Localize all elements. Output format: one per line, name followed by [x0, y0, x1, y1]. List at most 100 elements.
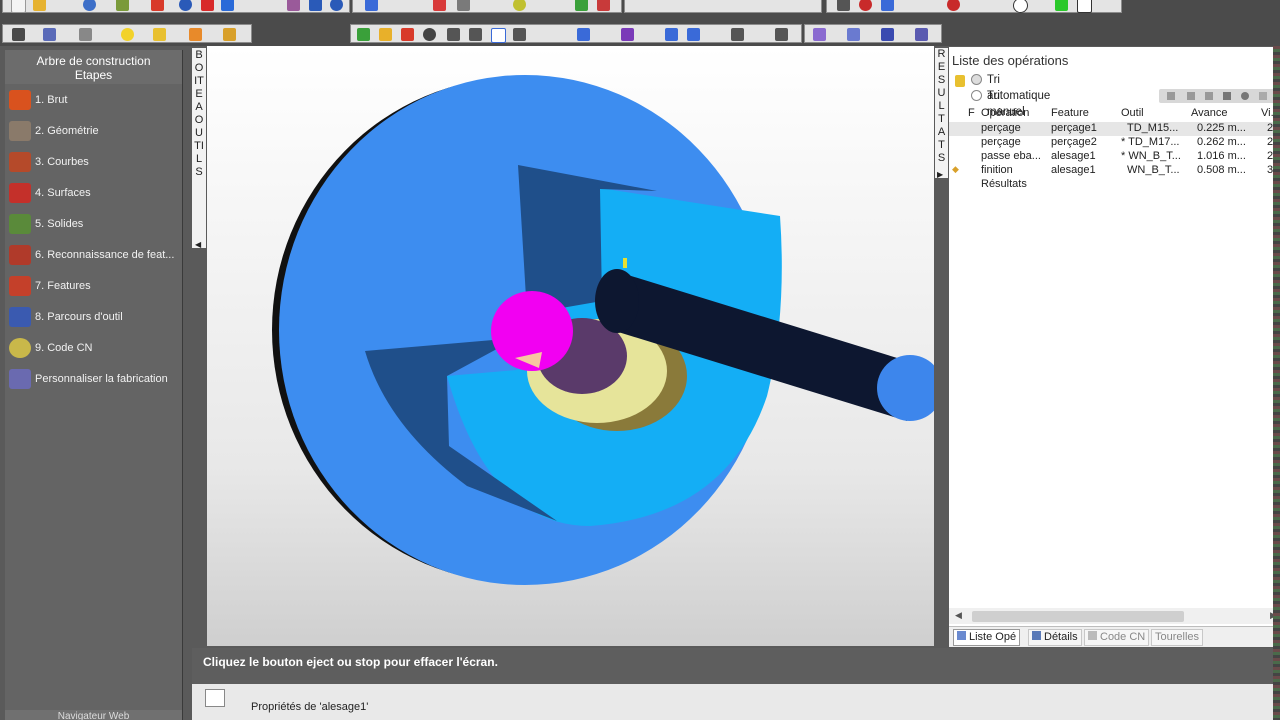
step-nc-code[interactable]: 9. Code CN: [5, 335, 182, 361]
move-icon[interactable]: [469, 28, 482, 41]
properties-icon[interactable]: [205, 689, 225, 707]
results-strip[interactable]: RESULTATS ▶: [935, 48, 948, 181]
note-icon[interactable]: [153, 28, 166, 41]
tool-icon[interactable]: [223, 28, 236, 41]
step-solids[interactable]: 5. Solides: [5, 211, 182, 237]
world-icon[interactable]: [423, 28, 436, 41]
collapse-right-arrow-icon[interactable]: ▶: [937, 168, 943, 181]
edit-icon[interactable]: [1187, 92, 1195, 100]
step-customize-manufacturing[interactable]: Personnaliser la fabrication: [5, 366, 182, 392]
color-icon[interactable]: [401, 28, 414, 41]
axis-icon[interactable]: [881, 0, 894, 11]
arrow-icon[interactable]: [575, 0, 588, 11]
table-row[interactable]: perçage perçage2 * TD_M17... 0.262 m... …: [949, 136, 1280, 150]
sphere-icon[interactable]: [1013, 0, 1028, 13]
shape-icon[interactable]: [116, 0, 129, 11]
globe-icon[interactable]: [83, 0, 96, 11]
front-view-icon[interactable]: [665, 28, 678, 41]
grid-icon[interactable]: [837, 0, 850, 11]
table-row[interactable]: perçage perçage1 TD_M15... 0.225 m... 2.…: [949, 122, 1280, 136]
sort-auto-radio[interactable]: [971, 74, 982, 85]
step-feature-recognition[interactable]: 6. Reconnaissance de feat...: [5, 242, 182, 268]
camera-icon[interactable]: [309, 0, 322, 11]
table-row[interactable]: passe eba... alesage1 * WN_B_T... 1.016 …: [949, 150, 1280, 164]
cube-view-icon[interactable]: [577, 28, 590, 41]
polygon-icon[interactable]: [12, 28, 25, 41]
settings-icon[interactable]: [1241, 92, 1249, 100]
rotate-icon[interactable]: [513, 0, 526, 11]
lock-icon[interactable]: [955, 75, 965, 87]
close-icon[interactable]: [201, 0, 214, 11]
side-view-icon[interactable]: [687, 28, 700, 41]
open-folder-icon[interactable]: [33, 0, 46, 11]
shading-icon[interactable]: [813, 28, 826, 41]
pencil-icon[interactable]: [775, 28, 788, 41]
step-features[interactable]: 7. Features: [5, 273, 182, 299]
toolbar-group-file: [2, 0, 350, 13]
green-box-icon[interactable]: [1055, 0, 1068, 11]
operations-mini-toolbar: [1159, 89, 1280, 103]
exit-icon[interactable]: [597, 0, 610, 11]
frame-icon[interactable]: [621, 28, 634, 41]
scroll-left-icon[interactable]: ◀: [955, 610, 962, 621]
pan-icon[interactable]: [447, 28, 460, 41]
help-icon[interactable]: [179, 0, 192, 11]
step-surfaces[interactable]: 4. Surfaces: [5, 180, 182, 206]
step-toolpath[interactable]: 8. Parcours d'outil: [5, 304, 182, 330]
box-icon[interactable]: [379, 28, 392, 41]
nc-code-icon: [9, 338, 31, 358]
col-feed[interactable]: Avance: [1191, 107, 1259, 119]
tab-operations-list[interactable]: Liste Opé: [953, 629, 1021, 646]
tab-details[interactable]: Détails: [1028, 629, 1082, 646]
col-f[interactable]: F: [968, 107, 978, 119]
timer-icon[interactable]: [330, 0, 343, 11]
cell-operation: perçage: [981, 136, 1021, 148]
col-feature[interactable]: Feature: [1051, 107, 1119, 119]
step-geometry[interactable]: 2. Géométrie: [5, 118, 182, 144]
plane-icon[interactable]: [457, 0, 470, 11]
undo-view-icon[interactable]: [731, 28, 744, 41]
circle-icon[interactable]: [947, 0, 960, 11]
fit-icon[interactable]: [513, 28, 526, 41]
tab-turrets[interactable]: Tourelles: [1151, 629, 1204, 646]
web-navigator-header[interactable]: Navigateur Web: [5, 710, 182, 720]
layers-icon[interactable]: [357, 28, 370, 41]
table-row[interactable]: ◆ finition alesage1 WN_B_T... 0.508 m...…: [949, 164, 1280, 178]
curve-icon[interactable]: [433, 0, 446, 11]
3d-viewport[interactable]: [207, 46, 934, 646]
move-up-icon[interactable]: [1205, 92, 1213, 100]
move-down-icon[interactable]: [1167, 92, 1175, 100]
horizontal-scrollbar[interactable]: ◀ ▶: [949, 608, 1280, 624]
lock-op-icon[interactable]: [1223, 92, 1231, 100]
results-row[interactable]: Résultats: [949, 178, 1280, 192]
new-file-icon[interactable]: [11, 0, 26, 13]
tab-nc-code[interactable]: Code CN: [1084, 629, 1150, 646]
surface-tool-icon[interactable]: [79, 28, 92, 41]
col-tool[interactable]: Outil: [1121, 107, 1189, 119]
toolbar-group-shading: [804, 24, 942, 43]
step-raw-stock[interactable]: 1. Brut: [5, 87, 182, 113]
step-curves[interactable]: 3. Courbes: [5, 149, 182, 175]
cell-operation: perçage: [981, 122, 1021, 134]
measure-icon[interactable]: [189, 28, 202, 41]
wireframe-icon[interactable]: [847, 28, 860, 41]
transparency-icon[interactable]: [915, 28, 928, 41]
eraser-icon[interactable]: [151, 0, 164, 11]
print-icon[interactable]: [287, 0, 300, 11]
scrollbar-thumb[interactable]: [972, 611, 1184, 622]
point-icon[interactable]: [859, 0, 872, 11]
cell-feature: alesage1: [1051, 164, 1096, 176]
toolbox-strip[interactable]: BOITE A OUTILS ◀: [192, 48, 206, 251]
light-icon[interactable]: [121, 28, 134, 41]
col-operation[interactable]: Opération: [981, 107, 1049, 119]
star-icon[interactable]: [365, 0, 378, 11]
window-icon[interactable]: [1077, 0, 1092, 13]
solid-view-icon[interactable]: [881, 28, 894, 41]
sort-manual-radio[interactable]: [971, 90, 982, 101]
status-message: Cliquez le bouton eject ou stop pour eff…: [203, 655, 498, 669]
arrow-up-icon[interactable]: [1259, 92, 1267, 100]
cursor-icon[interactable]: [221, 0, 234, 11]
collapse-left-arrow-icon[interactable]: ◀: [195, 238, 201, 251]
spline-icon[interactable]: [43, 28, 56, 41]
zoom-box-icon[interactable]: [491, 28, 506, 43]
